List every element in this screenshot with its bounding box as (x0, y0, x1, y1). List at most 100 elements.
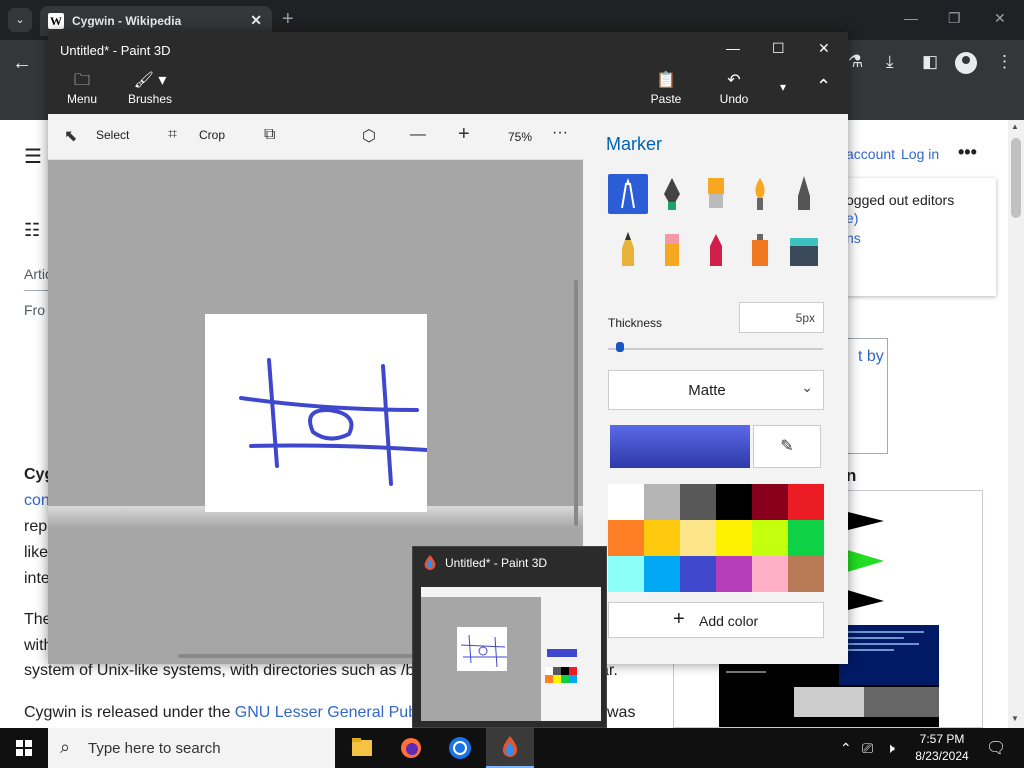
palette-color-swatch[interactable] (608, 556, 644, 592)
minimize-icon[interactable]: — (726, 40, 740, 56)
palette-color-swatch[interactable] (752, 484, 788, 520)
new-tab-button[interactable]: + (282, 9, 294, 29)
paste-icon: 📋 (656, 72, 676, 89)
logged-out-link[interactable]: ns (846, 230, 861, 246)
spray-can-icon[interactable] (740, 230, 780, 270)
tab-close-icon[interactable]: ✕ (250, 12, 262, 29)
browser-restore-icon[interactable]: ❐ (948, 10, 961, 27)
thickness-slider-track[interactable] (608, 348, 823, 350)
crop-tool[interactable]: Crop (199, 128, 225, 142)
paint3d-titlebar[interactable]: Untitled* - Paint 3D — ☐ ✕ (48, 32, 848, 68)
palette-color-swatch[interactable] (608, 484, 644, 520)
palette-color-swatch[interactable] (680, 520, 716, 556)
palette-color-swatch[interactable] (644, 556, 680, 592)
browser-menu-icon[interactable]: ⋮ (996, 52, 1013, 72)
zoom-level[interactable]: 75% (508, 130, 532, 144)
create-account-link[interactable]: account (846, 146, 895, 162)
palette-color-swatch[interactable] (680, 556, 716, 592)
menu-button[interactable]: 🗀 Menu (52, 68, 112, 114)
network-icon[interactable]: ⎚ (862, 740, 873, 757)
palette-color-swatch[interactable] (644, 484, 680, 520)
brush-grid (608, 174, 823, 274)
pixel-pen-icon[interactable] (784, 174, 824, 214)
finish-dropdown[interactable]: Matte ⌄ (608, 370, 824, 410)
zoom-out-icon[interactable]: — (410, 126, 426, 144)
profile-avatar-icon[interactable] (955, 52, 977, 74)
windows-logo-icon (16, 740, 32, 756)
download-icon[interactable]: ⤓ (886, 52, 894, 72)
side-panel-icon[interactable]: ◧ (922, 52, 938, 72)
calligraphy-pen-icon[interactable] (652, 174, 692, 214)
table-of-contents-icon[interactable]: ☷ (24, 220, 40, 241)
palette-color-swatch[interactable] (716, 556, 752, 592)
chrome-taskbar-icon[interactable] (436, 728, 484, 768)
marker-brush-icon[interactable] (608, 174, 648, 214)
back-arrow-icon[interactable]: ← (12, 52, 32, 75)
file-explorer-taskbar-icon[interactable] (338, 728, 386, 768)
more-tools-icon[interactable]: ··· (552, 124, 568, 142)
start-button[interactable] (0, 728, 48, 768)
main-menu-icon[interactable]: ☰ (24, 144, 42, 169)
crayon-icon[interactable] (696, 230, 736, 270)
collapse-ribbon-icon[interactable]: ⌃ (816, 76, 831, 97)
more-options-icon[interactable]: ••• (958, 142, 977, 163)
palette-color-swatch[interactable] (716, 484, 752, 520)
show-hidden-icons-icon[interactable]: ⌃ (840, 740, 852, 757)
canvas-horizontal-scrollbar[interactable] (178, 654, 428, 658)
palette-color-swatch[interactable] (716, 520, 752, 556)
oil-brush-icon[interactable] (696, 174, 736, 214)
undo-button[interactable]: ↶ Undo (704, 68, 764, 114)
pencil-icon[interactable] (608, 230, 648, 270)
select-tool[interactable]: Select (96, 128, 129, 142)
browser-close-icon[interactable]: ✕ (994, 10, 1006, 27)
labs-flask-icon[interactable]: ⚗ (848, 52, 863, 72)
canvas-toolbar: ⬉ Select ⌗ Crop ⧉ ⬡ — + 75% ··· (48, 114, 583, 160)
tic-tac-toe-drawing (239, 358, 429, 486)
palette-color-swatch[interactable] (788, 520, 824, 556)
palette-color-swatch[interactable] (644, 520, 680, 556)
history-dropdown-icon[interactable]: ▾ (780, 80, 786, 94)
article-link[interactable]: con (24, 492, 50, 510)
volume-muted-icon[interactable]: 🕨 (886, 740, 895, 757)
canvas-vertical-scrollbar[interactable] (574, 280, 578, 526)
eyedropper-icon[interactable]: ✎ (753, 425, 821, 468)
search-icon: ⌕ (60, 737, 71, 757)
current-color-swatch[interactable] (610, 425, 750, 468)
add-color-button[interactable]: + Add color (608, 602, 824, 638)
taskbar-search-box[interactable]: ⌕ Type here to search (48, 728, 335, 768)
drawing-canvas[interactable] (205, 314, 429, 512)
close-icon[interactable]: ✕ (818, 40, 830, 57)
eraser-icon[interactable] (652, 230, 692, 270)
system-clock[interactable]: 7:57 PM 8/23/2024 (914, 731, 970, 765)
paste-button[interactable]: 📋 Paste (636, 68, 696, 114)
firefox-taskbar-icon[interactable] (387, 728, 435, 768)
brushes-button[interactable]: 🖌 ▾ Brushes (120, 68, 180, 114)
fill-bucket-icon[interactable] (784, 230, 824, 270)
tab-search-button[interactable]: ⌄ (8, 8, 32, 32)
lgpl-link[interactable]: GNU Lesser General Pub (235, 704, 417, 721)
page-scrollbar-thumb[interactable] (1011, 138, 1021, 218)
palette-color-swatch[interactable] (608, 520, 644, 556)
infobox-text[interactable]: t by (858, 348, 884, 366)
palette-color-swatch[interactable] (788, 484, 824, 520)
thickness-slider-thumb[interactable] (616, 342, 624, 352)
browser-minimize-icon[interactable]: — (904, 10, 918, 26)
zoom-in-icon[interactable]: + (458, 123, 470, 146)
magic-select-icon[interactable]: ⧉ (264, 126, 275, 144)
undo-icon: ↶ (727, 72, 741, 89)
maximize-icon[interactable]: ☐ (772, 40, 785, 57)
palette-color-swatch[interactable] (752, 520, 788, 556)
palette-color-swatch[interactable] (680, 484, 716, 520)
scroll-up-icon[interactable]: ▲ (1011, 122, 1019, 131)
paint3d-taskbar-icon[interactable] (486, 728, 534, 768)
scroll-down-icon[interactable]: ▼ (1011, 714, 1019, 723)
palette-color-swatch[interactable] (788, 556, 824, 592)
notifications-icon[interactable]: 🗨 (986, 738, 1006, 758)
paragraph-line: rep (24, 518, 48, 535)
taskbar-thumbnail-preview[interactable]: Untitled* - Paint 3D (412, 546, 607, 728)
view-3d-icon[interactable]: ⬡ (362, 126, 376, 146)
login-link[interactable]: Log in (901, 146, 939, 162)
palette-color-swatch[interactable] (752, 556, 788, 592)
watercolor-icon[interactable] (740, 174, 780, 214)
thickness-input[interactable]: 5px (739, 302, 824, 333)
